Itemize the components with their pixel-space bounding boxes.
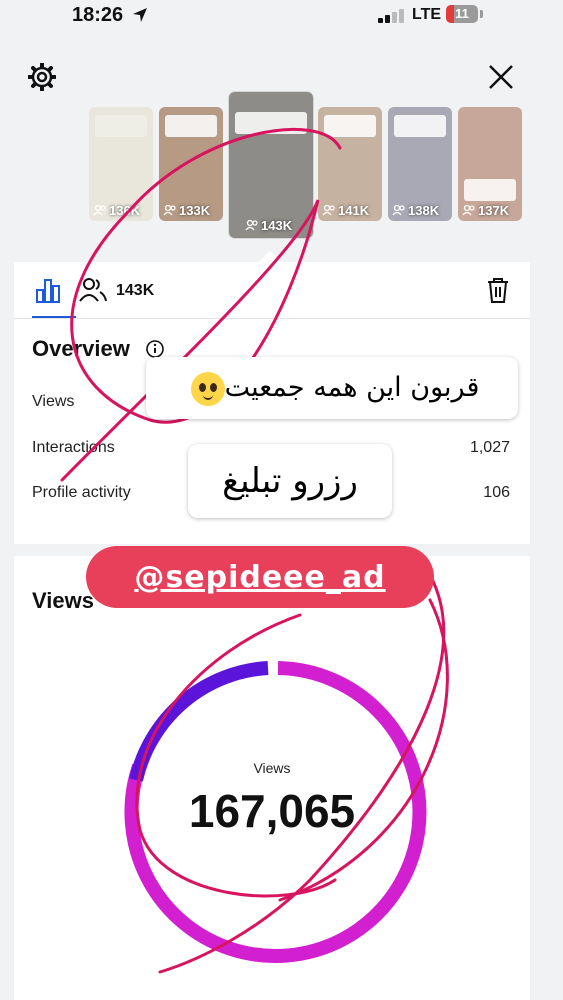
thumbnail-count: 136K — [109, 203, 141, 218]
status-time: 18:26 — [72, 4, 124, 26]
network-label: LTE — [412, 6, 442, 23]
donut-center-label: Views — [253, 760, 291, 776]
text-sticker: قربون این همه جمعیت — [146, 357, 518, 419]
signal-icon — [378, 9, 404, 23]
battery-tip — [480, 10, 483, 18]
post-thumbnail[interactable]: 133K — [159, 107, 223, 221]
thumbnail-count: 137K — [478, 203, 510, 218]
overview-title: Overview — [32, 336, 130, 361]
sticker-text: قربون این همه جمعیت — [224, 372, 480, 403]
thumbnail-count: 141K — [338, 203, 370, 218]
people-icon — [93, 205, 106, 216]
overview-row-label: Profile activity — [32, 484, 131, 501]
views-title: Views — [32, 588, 94, 613]
text-sticker: رزرو تبلیغ — [188, 444, 392, 518]
status-bar: 18:26 LTE 11 — [0, 0, 563, 34]
battery-level: 11 — [455, 6, 469, 21]
divider — [14, 318, 530, 319]
post-thumbnail[interactable]: 137K — [458, 107, 522, 221]
bar-chart-icon[interactable] — [34, 276, 62, 304]
people-icon — [322, 205, 335, 216]
overview-row-value: 1,027 — [469, 439, 510, 456]
gear-icon[interactable] — [28, 63, 56, 91]
post-thumbnail[interactable]: 138K — [388, 107, 452, 221]
sticker-text: رزرو تبلیغ — [222, 461, 358, 501]
mention-handle: @sepideee_ad — [134, 560, 386, 595]
thumbnail-count: 143K — [261, 218, 293, 233]
people-icon — [245, 220, 258, 231]
trash-icon[interactable] — [486, 276, 510, 304]
post-thumbnail[interactable]: 141K — [318, 107, 382, 221]
people-icon — [392, 205, 405, 216]
accounts-reached-count: 143K — [116, 282, 155, 299]
close-icon[interactable] — [487, 63, 515, 91]
people-icon — [163, 205, 176, 216]
pleading-face-icon — [190, 371, 225, 406]
post-thumbnail-selected[interactable]: 143K — [229, 92, 313, 238]
info-icon[interactable] — [146, 340, 164, 358]
battery-icon: 11 — [446, 5, 478, 23]
mention-sticker[interactable]: @sepideee_ad — [86, 546, 434, 608]
overview-row-label: Views — [32, 393, 75, 410]
thumbnail-count: 138K — [408, 203, 440, 218]
views-total: 167,065 — [188, 785, 356, 837]
people-icon — [462, 205, 475, 216]
thumbnail-count: 133K — [179, 203, 211, 218]
post-thumbnail[interactable]: 136K — [89, 107, 153, 221]
location-arrow-icon — [133, 8, 147, 22]
overview-row-value: 106 — [483, 484, 510, 501]
overview-row-label: Interactions — [32, 439, 115, 456]
people-icon[interactable] — [78, 277, 108, 303]
views-card: Views Views 167,065 — [14, 556, 530, 1000]
